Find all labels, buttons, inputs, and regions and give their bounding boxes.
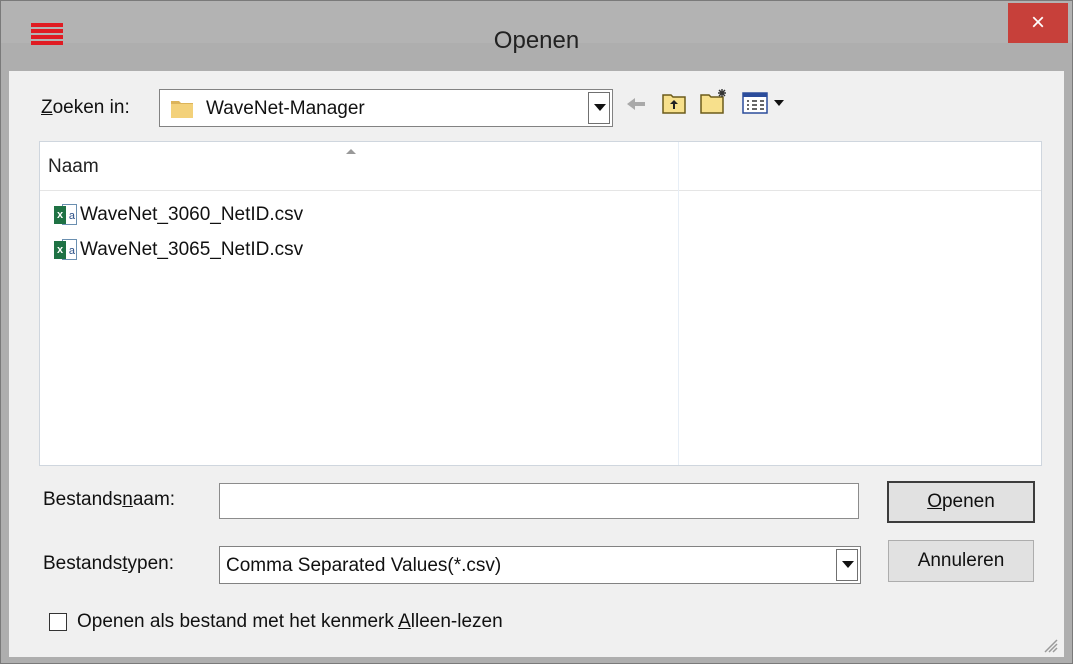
file-list[interactable]: Naam a x WaveNet_3060_NetID.csv a x WaveNet_… — [39, 141, 1042, 466]
column-divider — [678, 142, 679, 465]
column-header-empty[interactable] — [679, 142, 1041, 190]
readonly-checkbox[interactable] — [49, 613, 67, 631]
title-bar[interactable]: Openen × — [1, 1, 1072, 54]
back-arrow-icon[interactable] — [625, 95, 647, 113]
folder-icon — [171, 101, 193, 118]
open-dialog: Openen × Zoeken in: WaveNet-Manager Naam… — [0, 0, 1073, 664]
list-header: Naam — [40, 142, 1041, 191]
excel-csv-icon: ax — [54, 238, 78, 261]
new-folder-icon[interactable] — [699, 87, 729, 115]
list-item[interactable]: a x WaveNet_3060_NetID.csv — [54, 199, 303, 231]
list-item[interactable]: a x WaveNet_3065_NetID.csv — [54, 234, 303, 266]
close-button[interactable]: × — [1008, 3, 1068, 43]
lookin-dropdown-button[interactable] — [588, 92, 610, 124]
sort-ascending-icon — [346, 149, 356, 154]
chevron-down-icon — [774, 100, 784, 106]
open-button[interactable]: Openen — [887, 481, 1035, 523]
view-menu-button[interactable] — [741, 91, 789, 117]
lookin-folder-name: WaveNet-Manager — [206, 98, 365, 119]
window-title: Openen — [493, 27, 580, 54]
resize-grip-icon[interactable] — [1040, 635, 1058, 653]
dialog-body: Zoeken in: WaveNet-Manager Naam a x Wave… — [9, 71, 1064, 657]
up-folder-icon[interactable] — [661, 91, 687, 115]
lookin-combo[interactable]: WaveNet-Manager — [159, 89, 613, 127]
excel-csv-icon: ax — [54, 203, 78, 226]
view-menu-icon — [742, 92, 768, 114]
readonly-label[interactable]: Openen als bestand met het kenmerk Allee… — [77, 611, 503, 633]
lookin-label: Zoeken in: — [41, 97, 130, 118]
filetype-selected: Comma Separated Values(*.csv) — [226, 555, 502, 576]
file-name: WaveNet_3060_NetID.csv — [80, 204, 304, 225]
file-name: WaveNet_3065_NetID.csv — [80, 239, 304, 260]
column-header-name[interactable]: Naam — [40, 142, 678, 190]
cancel-button[interactable]: Annuleren — [888, 540, 1034, 582]
filetype-label: Bestandstypen: — [43, 553, 174, 574]
filename-input[interactable] — [219, 483, 859, 519]
filetype-dropdown-button[interactable] — [836, 549, 858, 581]
filename-label: Bestandsnaam: — [43, 489, 176, 510]
filetype-combo[interactable]: Comma Separated Values(*.csv) — [219, 546, 861, 584]
